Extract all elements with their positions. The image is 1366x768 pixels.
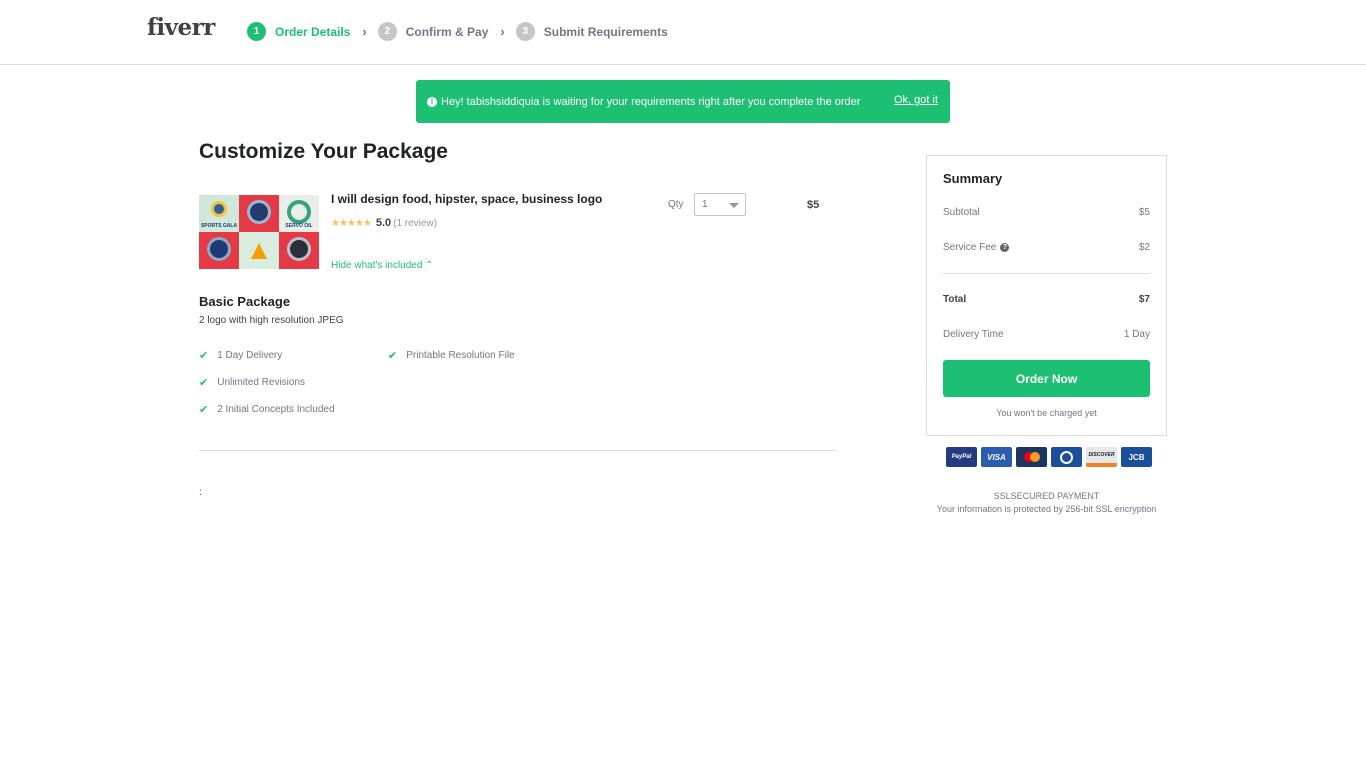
total-row: Total $7 [943,294,1150,305]
check-icon: ✔ [199,350,209,362]
thumb-tag: SERVO OIL [285,223,313,229]
step-label: Confirm & Pay [405,24,489,39]
service-fee-value: $2 [1138,242,1150,253]
step-number: 1 [247,22,266,41]
diners-club-icon [1051,447,1082,467]
logo-sample: SPORTS GALA [199,195,239,232]
logo-sample [239,195,279,232]
fiverr-logo[interactable]: fiverr [147,14,215,41]
visa-icon: VISA [981,447,1012,467]
empty-field-text: : [199,487,202,498]
step-number: 3 [515,22,535,41]
step-confirm-pay[interactable]: 2 Confirm & Pay [377,22,489,41]
service-fee-label: Service Fee [943,242,997,253]
hide-included-link[interactable]: Hide what's included ⌃ [331,260,434,271]
top-header: fiverr 1 Order Details › 2 Confirm & Pay… [0,0,1366,65]
step-label: Order Details [275,24,351,39]
banner-message: Hey! tabishsiddiquia is waiting for your… [441,95,861,108]
gig-thumbnail[interactable]: SPORTS GALA SERVO OIL [199,195,320,269]
check-icon: ✔ [388,350,398,362]
seller-waiting-banner: i Hey! tabishsiddiquia is waiting for yo… [416,80,950,123]
ssl-text: Your information is protected by 256-bit… [936,504,1157,514]
chevron-right-icon: › [500,24,505,39]
delivery-label: Delivery Time [943,329,1004,340]
logo-sample: SERVO OIL [279,195,319,232]
gig-rating: ★★★★★ 5.0 (1 review) [331,217,437,229]
rating-score: 5.0 [375,217,392,229]
chevron-right-icon: › [362,24,367,39]
ssl-title: SSLSECURED PAYMENT [993,491,1100,501]
quantity-select[interactable]: 1 [694,193,746,216]
line-price: $5 [807,199,820,211]
feature-item: ✔ 2 Initial Concepts Included [199,403,335,416]
check-icon: ✔ [199,404,209,416]
package-description: 2 logo with high resolution JPEG [199,315,344,326]
package-title: Basic Package [199,294,291,309]
feature-label: 1 Day Delivery [217,350,283,361]
total-label: Total [943,294,967,305]
delivery-time-row: Delivery Time 1 Day [943,329,1150,340]
thumb-tag: SPORTS GALA [200,223,238,229]
qty-label: Qty [668,199,684,210]
checkout-steps: 1 Order Details › 2 Confirm & Pay › 3 Su… [247,22,668,41]
delivery-value: 1 Day [1123,329,1150,340]
paypal-icon: PayPal [946,447,977,467]
chevron-down-icon [729,203,739,208]
feature-label: Printable Resolution File [406,350,515,361]
service-fee-row: Service Fee ? $2 [943,242,1150,253]
discover-icon: DISCOVER [1086,447,1117,467]
subtotal-label: Subtotal [943,207,980,218]
feature-item: ✔ 1 Day Delivery [199,349,282,362]
summary-title: Summary [943,171,1003,186]
feature-label: 2 Initial Concepts Included [217,404,335,415]
logo-sample [279,232,319,269]
star-icon: ★★★★★ [331,217,372,229]
step-label: Submit Requirements [543,24,668,39]
help-icon[interactable]: ? [1000,243,1010,252]
gig-title[interactable]: I will design food, hipster, space, busi… [331,192,602,206]
mastercard-icon [1016,447,1047,467]
check-icon: ✔ [199,377,209,389]
info-icon: i [427,96,437,107]
feature-label: Unlimited Revisions [217,377,306,388]
subtotal-value: $5 [1138,207,1150,218]
step-order-details[interactable]: 1 Order Details [247,22,350,41]
page-title: Customize Your Package [199,140,448,163]
not-charged-note: You won't be charged yet [996,408,1097,418]
review-count: (1 review) [393,217,438,229]
step-number: 2 [377,22,397,41]
step-submit-requirements[interactable]: 3 Submit Requirements [515,22,668,41]
logo-sample [199,232,239,269]
summary-divider [943,273,1150,274]
ssl-notice: SSLSECURED PAYMENT Your information is p… [926,490,1167,516]
order-summary: Summary Subtotal $5 Service Fee ? $2 Tot… [926,155,1167,436]
subtotal-row: Subtotal $5 [943,207,1150,218]
section-divider [199,450,836,451]
payment-methods: PayPal VISA DISCOVER JCB [946,447,1152,467]
total-value: $7 [1138,294,1150,305]
qty-value: 1 [702,199,708,210]
feature-item: ✔ Printable Resolution File [388,349,515,362]
feature-item: ✔ Unlimited Revisions [199,376,305,389]
jcb-icon: JCB [1121,447,1152,467]
dismiss-banner-link[interactable]: Ok, got it [894,94,938,106]
logo-sample [239,232,279,269]
order-now-button[interactable]: Order Now [943,360,1150,397]
